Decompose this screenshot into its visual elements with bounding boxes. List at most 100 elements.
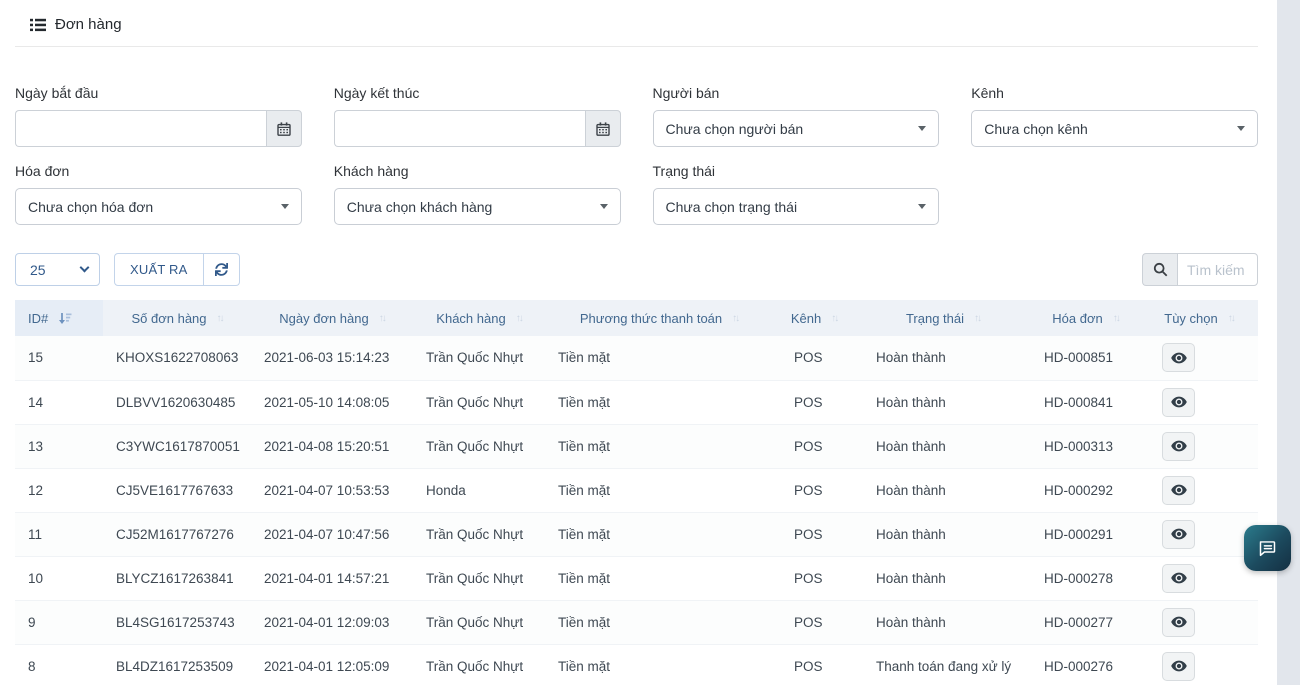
invoice-label: Hóa đơn [15, 163, 302, 179]
view-order-button[interactable] [1162, 652, 1195, 681]
search-icon [1153, 262, 1168, 277]
view-order-button[interactable] [1162, 432, 1195, 461]
order-date: 2021-04-08 15:20:51 [251, 424, 413, 468]
sort-desc-icon [58, 312, 72, 325]
column-header-customer[interactable]: Khách hàng ↑↓ [413, 300, 545, 336]
seller-dropdown[interactable]: Chưa chọn người bán [653, 110, 940, 147]
start-date-calendar-button[interactable] [266, 110, 302, 147]
column-header-order-number[interactable]: Số đơn hàng↑↓ [103, 300, 251, 336]
refresh-icon [215, 263, 228, 276]
refresh-button[interactable] [204, 253, 240, 286]
view-order-button[interactable] [1162, 520, 1195, 549]
row-id: 12 [15, 468, 103, 512]
search-box [1142, 253, 1258, 286]
view-order-button[interactable] [1162, 476, 1195, 505]
sort-icon: ↑↓ [831, 313, 837, 324]
customer-name: Trần Quốc Nhựt [413, 512, 545, 556]
status: Hoàn thành [855, 380, 1031, 424]
eye-icon [1171, 572, 1187, 584]
channel: POS [773, 468, 855, 512]
payment-method: Tiền mặt [545, 644, 773, 685]
customer-dropdown[interactable]: Chưa chọn khách hàng [334, 188, 621, 225]
table-row: 13C3YWC16178700512021-04-08 15:20:51Trần… [15, 424, 1258, 468]
invoice-number: HD-000292 [1031, 468, 1140, 512]
filter-status: Trạng thái Chưa chọn trạng thái [653, 163, 940, 225]
column-label: Ngày đơn hàng [279, 311, 368, 326]
options-cell [1140, 600, 1258, 644]
options-cell [1140, 424, 1258, 468]
payment-method: Tiền mặt [545, 512, 773, 556]
eye-icon [1171, 528, 1187, 540]
column-header-id[interactable]: ID# [15, 300, 103, 336]
options-cell [1140, 336, 1258, 380]
chevron-down-icon [600, 204, 608, 209]
column-header-payment-method[interactable]: Phương thức thanh toán↑↓ [545, 300, 773, 336]
order-date: 2021-04-01 14:57:21 [251, 556, 413, 600]
row-id: 11 [15, 512, 103, 556]
options-cell [1140, 380, 1258, 424]
column-label: Phương thức thanh toán [580, 311, 722, 326]
customer-name: Trần Quốc Nhựt [413, 600, 545, 644]
column-header-invoice[interactable]: Hóa đơn↑↓ [1031, 300, 1140, 336]
column-header-status[interactable]: Trạng thái↑↓ [855, 300, 1031, 336]
column-header-order-date[interactable]: Ngày đơn hàng↑↓ [251, 300, 413, 336]
order-number: CJ5VE1617767633 [103, 468, 251, 512]
order-number: BL4SG1617253743 [103, 600, 251, 644]
invoice-number: HD-000841 [1031, 380, 1140, 424]
invoice-number: HD-000277 [1031, 600, 1140, 644]
invoice-number: HD-000851 [1031, 336, 1140, 380]
search-input[interactable] [1177, 253, 1258, 286]
invoice-number: HD-000278 [1031, 556, 1140, 600]
end-date-input[interactable] [334, 110, 585, 147]
channel: POS [773, 424, 855, 468]
sort-icon: ↑↓ [516, 313, 522, 324]
calendar-icon [277, 122, 291, 136]
view-order-button[interactable] [1162, 388, 1195, 417]
status: Hoàn thành [855, 512, 1031, 556]
view-order-button[interactable] [1162, 564, 1195, 593]
search-button[interactable] [1142, 253, 1177, 286]
view-order-button[interactable] [1162, 343, 1195, 372]
table-row: 12CJ5VE16177676332021-04-07 10:53:53Hond… [15, 468, 1258, 512]
filter-invoice: Hóa đơn Chưa chọn hóa đơn [15, 163, 302, 225]
orders-page: Đơn hàng Ngày bắt đầu [15, 0, 1258, 685]
end-date-calendar-button[interactable] [585, 110, 621, 147]
row-id: 10 [15, 556, 103, 600]
start-date-input[interactable] [15, 110, 266, 147]
chevron-down-icon [918, 126, 926, 131]
column-header-options[interactable]: Tùy chọn ↑↓ [1140, 300, 1258, 336]
column-label: Khách hàng [436, 311, 505, 326]
chevron-down-icon [281, 204, 289, 209]
sort-icon: ↑↓ [1228, 313, 1234, 324]
order-date: 2021-04-07 10:47:56 [251, 512, 413, 556]
order-date: 2021-05-10 14:08:05 [251, 380, 413, 424]
customer-name: Trần Quốc Nhựt [413, 556, 545, 600]
orders-table-body: 15KHOXS16227080632021-06-03 15:14:23Trần… [15, 336, 1258, 685]
options-cell [1140, 468, 1258, 512]
channel: POS [773, 512, 855, 556]
scrollbar-track[interactable] [1277, 0, 1300, 685]
view-order-button[interactable] [1162, 608, 1195, 637]
channel: POS [773, 380, 855, 424]
order-number: KHOXS1622708063 [103, 336, 251, 380]
invoice-dropdown-value: Chưa chọn hóa đơn [28, 199, 273, 215]
table-row: 8BL4DZ16172535092021-04-01 12:05:09Trần … [15, 644, 1258, 685]
orders-table: ID# Số đơn hàng↑↓ Ngày đơn hàng↑↓ Khách … [15, 300, 1258, 685]
status: Thanh toán đang xử lý [855, 644, 1031, 685]
invoice-number: HD-000291 [1031, 512, 1140, 556]
page-title: Đơn hàng [55, 16, 122, 33]
eye-icon [1171, 616, 1187, 628]
page-size-select[interactable]: 25 [15, 253, 100, 286]
column-label: ID# [28, 311, 48, 326]
invoice-dropdown[interactable]: Chưa chọn hóa đơn [15, 188, 302, 225]
export-button[interactable]: XUẤT RA [114, 253, 204, 286]
channel-dropdown[interactable]: Chưa chọn kênh [971, 110, 1258, 147]
options-cell [1140, 512, 1258, 556]
status-dropdown[interactable]: Chưa chọn trạng thái [653, 188, 940, 225]
eye-icon [1171, 352, 1187, 364]
column-header-channel[interactable]: Kênh↑↓ [773, 300, 855, 336]
chat-bubble-icon [1257, 538, 1278, 559]
column-label: Tùy chọn [1164, 311, 1217, 326]
sort-icon: ↑↓ [217, 313, 223, 324]
chat-button[interactable] [1244, 525, 1291, 571]
